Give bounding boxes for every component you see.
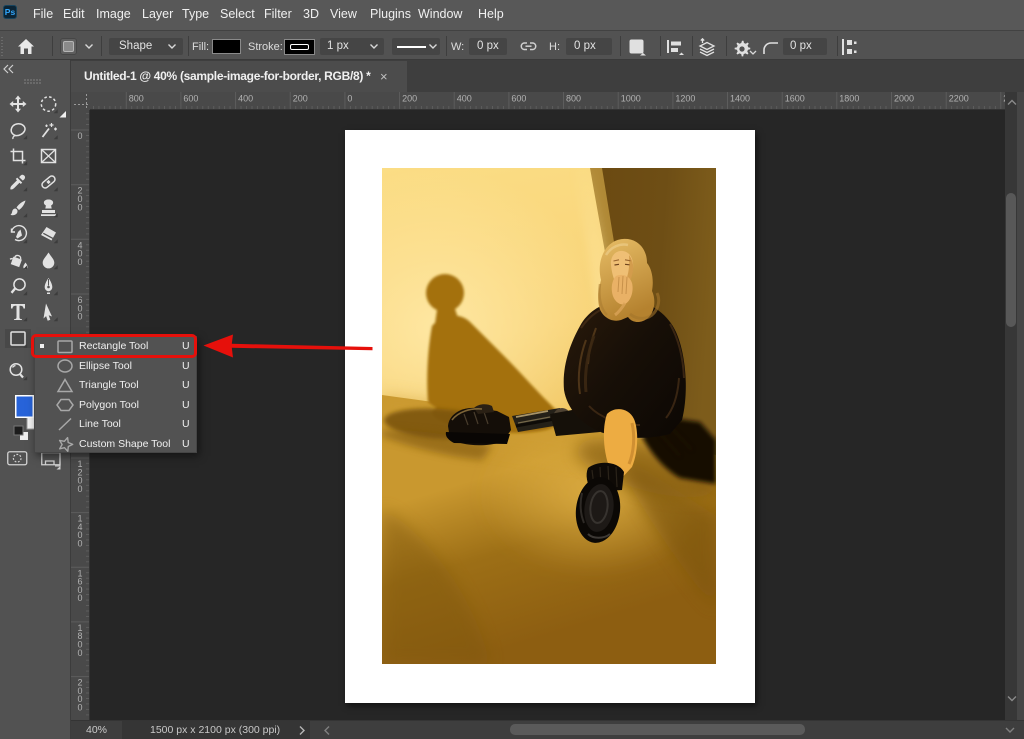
- svg-text:2000: 2000: [894, 94, 914, 104]
- svg-text:0: 0: [78, 131, 83, 141]
- svg-text:1600: 1600: [785, 94, 805, 104]
- svg-text:1200: 1200: [675, 94, 695, 104]
- svg-text:1800: 1800: [839, 94, 859, 104]
- svg-text:600: 600: [511, 94, 526, 104]
- svg-text:0: 0: [78, 312, 83, 322]
- svg-text:0: 0: [78, 703, 83, 713]
- svg-text:400: 400: [457, 94, 472, 104]
- svg-text:200: 200: [402, 94, 417, 104]
- svg-text:0: 0: [78, 202, 83, 212]
- svg-text:400: 400: [238, 94, 253, 104]
- svg-text:0: 0: [78, 593, 83, 603]
- svg-text:0: 0: [78, 484, 83, 494]
- svg-text:200: 200: [293, 94, 308, 104]
- svg-text:0: 0: [78, 648, 83, 658]
- svg-text:600: 600: [183, 94, 198, 104]
- svg-text:800: 800: [566, 94, 581, 104]
- svg-text:800: 800: [129, 94, 144, 104]
- svg-text:0: 0: [78, 539, 83, 549]
- svg-text:0: 0: [78, 257, 83, 267]
- svg-text:1000: 1000: [621, 94, 641, 104]
- svg-text:0: 0: [347, 94, 352, 104]
- svg-text:2200: 2200: [949, 94, 969, 104]
- svg-text:1400: 1400: [730, 94, 750, 104]
